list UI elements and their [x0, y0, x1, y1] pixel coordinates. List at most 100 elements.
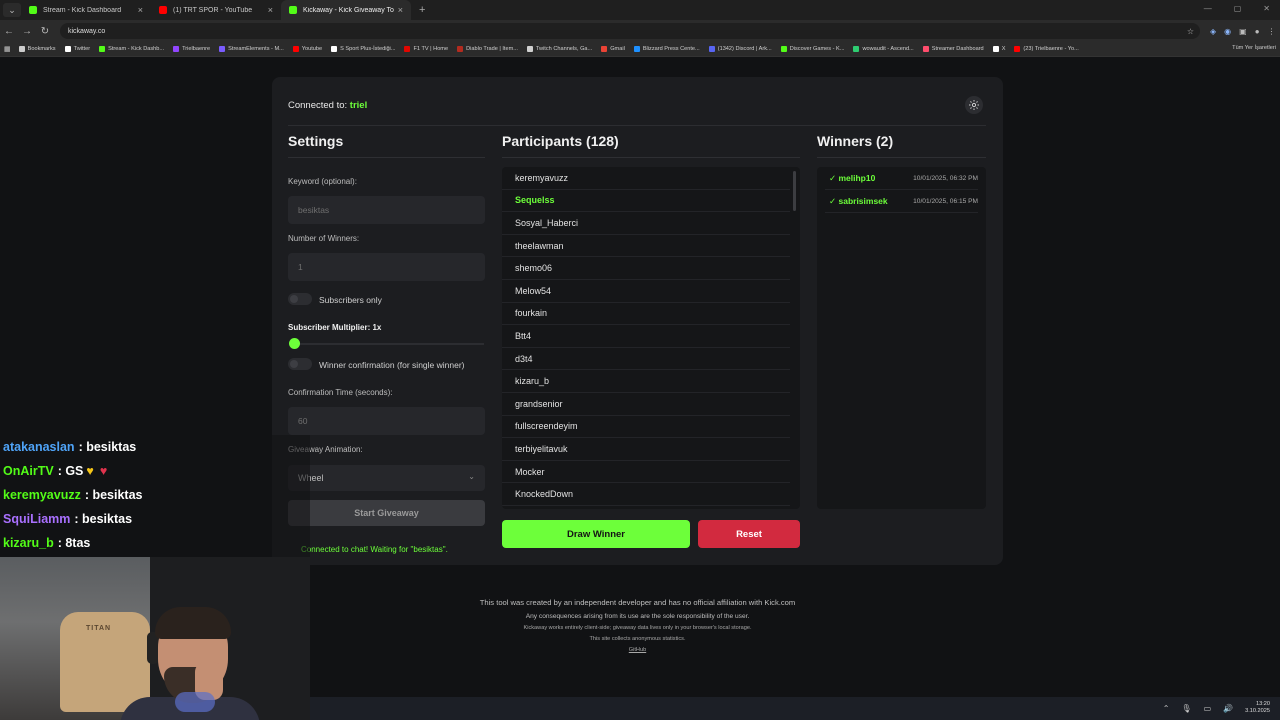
bookmark-label: Discover Games - K...	[789, 46, 845, 52]
subscribers-only-toggle[interactable]	[288, 293, 312, 305]
scrollbar[interactable]	[793, 171, 796, 211]
bookmark-item[interactable]: Twitter	[64, 46, 90, 52]
bookmark-favicon-icon	[1014, 46, 1021, 52]
tab-close-icon[interactable]: ×	[268, 5, 273, 15]
bookmark-favicon-icon	[173, 46, 180, 52]
bookmark-label: StreamElements - M...	[228, 46, 284, 52]
winner-date: 10/01/2025, 06:32 PM	[913, 174, 978, 182]
stream-chat-overlay: atakanaslan: besiktas OnAirTV: GS ♥ ♥ keremy…	[0, 435, 310, 557]
bookmark-item[interactable]: wowaudit - Ascend...	[853, 46, 914, 52]
profile-icon[interactable]: ●	[1255, 27, 1260, 36]
forward-icon[interactable]: →	[18, 26, 36, 37]
winner-confirmation-toggle[interactable]	[288, 358, 312, 370]
extension-icons: ◈ ◉ ▣ ● ⋮	[1210, 27, 1276, 36]
bookmark-item[interactable]: Trielbaenre	[173, 46, 210, 52]
youtube-favicon-icon	[159, 6, 167, 14]
bookmark-item[interactable]: Discover Games - K...	[780, 46, 845, 52]
confirmation-time-input[interactable]: 60	[288, 407, 485, 435]
bookmark-favicon-icon	[526, 46, 533, 52]
bookmark-label: (1342) Discord | Ark...	[717, 46, 772, 52]
chat-text: : 8tas	[57, 536, 91, 550]
chat-text: : besiktas	[84, 488, 143, 502]
puzzle-icon[interactable]: ▣	[1239, 27, 1247, 36]
bookmark-item[interactable]: Blizzard Press Cente...	[633, 46, 700, 52]
tab-title: Stream - Kick Dashboard	[43, 6, 122, 14]
microphone-icon[interactable]: 🎙	[1181, 704, 1191, 713]
new-tab-button[interactable]: +	[419, 4, 425, 16]
keyword-label: Keyword (optional):	[288, 177, 357, 186]
chat-status-message: Connected to chat! Waiting for "besiktas…	[301, 545, 448, 554]
tab-close-icon[interactable]: ×	[398, 5, 403, 15]
bookmark-item[interactable]: F1 TV | Home	[404, 46, 448, 52]
close-window-icon[interactable]: ✕	[1263, 4, 1270, 13]
bookmark-item[interactable]: X	[992, 46, 1005, 52]
apps-grid-icon[interactable]: ▦	[4, 45, 11, 53]
maximize-icon[interactable]: ▢	[1234, 4, 1242, 13]
reload-icon[interactable]: ↻	[36, 26, 54, 37]
speaker-icon[interactable]: 🔊	[1223, 704, 1233, 713]
url-field[interactable]: kickaway.co ☆	[60, 23, 1200, 39]
bookmark-item[interactable]: (23) Trielbaenre - Yo...	[1014, 46, 1079, 52]
bookmark-favicon-icon	[64, 46, 71, 52]
toggle-knob	[290, 360, 298, 368]
participant-item: shemo06	[502, 257, 790, 280]
browser-tab-1[interactable]: Stream - Kick Dashboard ×	[21, 0, 151, 20]
winner-name: ✓ sabrisimsek	[829, 195, 888, 206]
extension-icon[interactable]: ◈	[1210, 27, 1216, 36]
multiplier-slider-thumb[interactable]	[289, 338, 300, 349]
winners-title: Winners (2)	[817, 133, 894, 149]
bookmark-label: Blizzard Press Cente...	[642, 46, 700, 52]
bookmark-label: wowaudit - Ascend...	[862, 46, 914, 52]
clock[interactable]: 13:20 3.10.2025	[1245, 701, 1270, 715]
window-controls: — ▢ ✕	[1204, 4, 1270, 13]
winners-count-input[interactable]: 1	[288, 253, 485, 281]
keyword-input[interactable]: besiktas	[288, 196, 485, 224]
bookmark-item[interactable]: Twitch Channels, Ga...	[526, 46, 592, 52]
bookmark-item[interactable]: Youtube	[292, 46, 322, 52]
bookmark-label: Diablo Trade | Item...	[466, 46, 518, 52]
gear-icon[interactable]	[965, 96, 983, 114]
subscriber-multiplier-label: Subscriber Multiplier: 1x	[288, 323, 382, 332]
chat-username: kizaru_b	[3, 536, 54, 550]
back-icon[interactable]: ←	[0, 26, 18, 37]
bookmark-label: Streamer Dashboard	[931, 46, 984, 52]
start-giveaway-button[interactable]: Start Giveaway	[288, 500, 485, 526]
bookmark-favicon-icon	[219, 46, 226, 52]
browser-tab-3[interactable]: Kickaway - Kick Giveaway Tool ×	[281, 0, 411, 20]
tab-close-icon[interactable]: ×	[138, 5, 143, 15]
bookmark-item[interactable]: (1342) Discord | Ark...	[708, 46, 772, 52]
animation-select[interactable]: Wheel ⌄	[288, 465, 485, 491]
bookmark-label: Stream - Kick Dashb...	[108, 46, 165, 52]
tab-search-button[interactable]: ⌄	[3, 3, 21, 17]
reset-button[interactable]: Reset	[698, 520, 800, 548]
winners-list: ✓ melihp10 10/01/2025, 06:32 PM ✓ sabrisim…	[817, 167, 986, 509]
bookmark-item[interactable]: StreamElements - M...	[219, 46, 284, 52]
menu-kebab-icon[interactable]: ⋮	[1268, 27, 1276, 36]
all-bookmarks-link[interactable]: Tüm Yer İşaretleri	[1232, 45, 1276, 51]
network-icon[interactable]: ▭	[1204, 704, 1212, 713]
chat-username: atakanaslan	[3, 440, 75, 454]
tray-chevron-icon[interactable]: ⌃	[1163, 704, 1170, 713]
participants-list[interactable]: keremyavuzz Sequelss Sosyal_Haberci theelaw…	[502, 167, 800, 509]
chat-text: : GS	[57, 464, 84, 478]
minimize-icon[interactable]: —	[1204, 4, 1212, 13]
bookmark-item[interactable]: S Sport Plus-İstediği...	[331, 46, 395, 52]
subscribers-only-label: Subscribers only	[319, 295, 382, 305]
browser-tab-2[interactable]: (1) TRT SPOR - YouTube ×	[151, 0, 281, 20]
bookmark-label: Trielbaenre	[182, 46, 211, 52]
bookmark-item[interactable]: Stream - Kick Dashb...	[99, 46, 164, 52]
multiplier-slider-track[interactable]	[290, 343, 484, 345]
winner-item: ✓ sabrisimsek 10/01/2025, 06:15 PM	[825, 190, 978, 213]
participant-item: fourkain	[502, 303, 790, 326]
participant-item: Melow54	[502, 280, 790, 303]
draw-winner-button[interactable]: Draw Winner	[502, 520, 690, 548]
bookmark-item[interactable]: Diablo Trade | Item...	[457, 46, 518, 52]
bookmark-item[interactable]: Streamer Dashboard	[922, 46, 984, 52]
bookmark-item[interactable]: Gmail	[601, 46, 625, 52]
extension-icon[interactable]: ◉	[1224, 27, 1231, 36]
bookmark-item[interactable]: Bookmarks	[18, 46, 56, 52]
bookmark-favicon-icon	[853, 46, 860, 52]
bookmark-star-icon[interactable]: ☆	[1187, 27, 1194, 36]
participant-item: fullscreendeyim	[502, 416, 790, 439]
webcam-overlay: TITAN	[0, 557, 310, 720]
